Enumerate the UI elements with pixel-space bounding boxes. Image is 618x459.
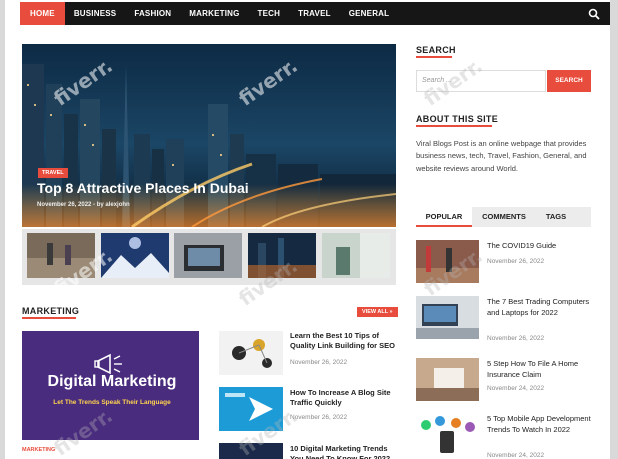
nav-travel[interactable]: TRAVEL bbox=[289, 2, 340, 25]
search-icon[interactable] bbox=[588, 8, 600, 20]
page-frame-left bbox=[0, 0, 5, 459]
popular-post-title[interactable]: The COVID19 Guide bbox=[487, 241, 597, 252]
nav-home[interactable]: HOME bbox=[20, 2, 65, 25]
thumbnail-image[interactable] bbox=[27, 233, 95, 278]
popular-post-title[interactable]: 5 Step How To File A Home Insurance Clai… bbox=[487, 359, 597, 380]
popular-post-title[interactable]: The 7 Best Trading Computers and Laptops… bbox=[487, 297, 597, 318]
thumbnail-image[interactable] bbox=[101, 233, 169, 278]
post-thumbnail[interactable] bbox=[219, 331, 283, 375]
nav-fashion[interactable]: FASHION bbox=[125, 2, 180, 25]
thumbnail-image[interactable] bbox=[322, 233, 390, 278]
popular-post-date: November 26, 2022 bbox=[487, 258, 545, 265]
about-text: Viral Blogs Post is an online webpage th… bbox=[416, 139, 587, 173]
post-title[interactable]: Learn the Best 10 Tips of Quality Link B… bbox=[290, 331, 402, 351]
main-nav: HOME BUSINESS FASHION MARKETING TECH TRA… bbox=[20, 2, 610, 25]
hero-image[interactable] bbox=[22, 44, 396, 227]
post-date: November 26, 2022 bbox=[290, 359, 348, 366]
marketing-section-title: MARKETING bbox=[22, 306, 80, 316]
popular-post-date: November 26, 2022 bbox=[487, 335, 545, 342]
post-thumbnail[interactable] bbox=[219, 387, 283, 431]
hero-title[interactable]: Top 8 Attractive Places In Dubai bbox=[37, 180, 249, 196]
featured-post-image[interactable]: Digital Marketing Let The Trends Speak T… bbox=[22, 331, 199, 440]
post-thumbnail[interactable] bbox=[219, 443, 283, 459]
popular-post-date: November 24, 2022 bbox=[487, 385, 545, 392]
featured-image-title: Digital Marketing bbox=[47, 373, 177, 390]
popular-post-title[interactable]: 5 Top Mobile App Development Trends To W… bbox=[487, 414, 597, 435]
post-title[interactable]: How To Increase A Blog Site Traffic Quic… bbox=[290, 388, 402, 408]
sidebar-tabs: POPULAR COMMENTS TAGS bbox=[416, 207, 591, 227]
hero-meta: November 26, 2022 - by alexjohn bbox=[37, 202, 130, 208]
nav-business[interactable]: BUSINESS bbox=[65, 2, 126, 25]
nav-tech[interactable]: TECH bbox=[249, 2, 290, 25]
nav-marketing[interactable]: MARKETING bbox=[180, 2, 248, 25]
section-underline bbox=[416, 125, 492, 127]
view-all-button[interactable]: VIEW ALL » bbox=[357, 307, 398, 317]
popular-post-date: November 24, 2022 bbox=[487, 452, 545, 459]
page-frame-right bbox=[610, 0, 618, 459]
search-input[interactable]: Search ... bbox=[416, 70, 546, 92]
megaphone-icon bbox=[94, 353, 122, 375]
tab-comments[interactable]: COMMENTS bbox=[472, 207, 536, 227]
thumbnail-image[interactable] bbox=[248, 233, 316, 278]
hero-category-badge[interactable]: TRAVEL bbox=[38, 168, 68, 178]
post-date: November 26, 2022 bbox=[290, 414, 348, 421]
featured-image-subtitle: Let The Trends Speak Their Language bbox=[53, 399, 171, 406]
nav-general[interactable]: GENERAL bbox=[340, 2, 399, 25]
thumbnail-image[interactable] bbox=[174, 233, 242, 278]
hero-thumbnail-strip bbox=[22, 229, 396, 285]
popular-post-thumbnail[interactable] bbox=[416, 240, 479, 283]
about-section-title: ABOUT THIS SITE bbox=[416, 114, 499, 124]
search-section-title: SEARCH bbox=[416, 45, 456, 55]
section-underline bbox=[22, 317, 76, 319]
tab-popular[interactable]: POPULAR bbox=[416, 207, 472, 227]
popular-post-thumbnail[interactable] bbox=[416, 358, 479, 401]
featured-category[interactable]: MARKETING bbox=[22, 447, 55, 453]
post-title[interactable]: 10 Digital Marketing Trends You Need To … bbox=[290, 444, 402, 459]
search-button[interactable]: SEARCH bbox=[547, 70, 591, 92]
section-underline bbox=[416, 56, 452, 58]
popular-post-thumbnail[interactable] bbox=[416, 296, 479, 339]
tab-tags[interactable]: TAGS bbox=[536, 207, 576, 227]
popular-post-thumbnail[interactable] bbox=[416, 413, 479, 456]
